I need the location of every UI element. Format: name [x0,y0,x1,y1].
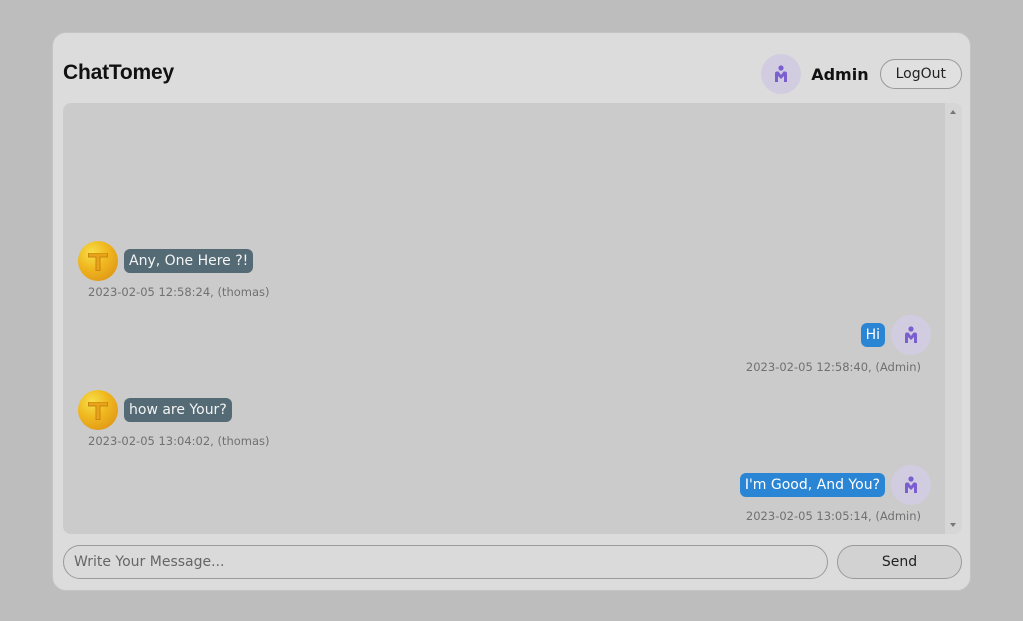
scroll-down-icon[interactable] [950,523,956,527]
avatar [891,315,931,355]
message-meta: 2023-02-05 12:58:24, (thomas) [88,285,270,299]
chat-header: ChatTomey Admin LogOut [63,53,962,95]
person-icon [905,476,917,493]
message-meta: 2023-02-05 13:04:02, (thomas) [88,434,270,448]
avatar [761,54,802,94]
scrollbar[interactable] [945,103,962,534]
user-box: Admin LogOut [761,53,962,95]
avatar [78,390,118,430]
chat-window: ChatTomey Admin LogOut Any, One Here ?! [52,32,971,591]
composer: Send [63,545,962,579]
scroll-up-icon[interactable] [950,110,956,114]
message-meta: 2023-02-05 12:58:40, (Admin) [745,360,921,374]
avatar [891,465,931,505]
message-input[interactable] [63,545,828,579]
message-bubble: I'm Good, And You? [739,473,885,497]
message-list[interactable]: Any, One Here ?! 2023-02-05 12:58:24, (t… [63,103,962,534]
letter-t-icon [88,402,108,420]
person-icon [905,326,917,343]
avatar [78,241,118,281]
message-meta: 2023-02-05 13:05:14, (Admin) [745,509,921,523]
message-row: I'm Good, And You? [739,465,931,505]
person-icon [775,65,788,82]
message-row: Hi [860,315,931,355]
message-bubble: how are Your? [124,398,232,422]
current-username: Admin [811,64,869,84]
logout-button[interactable]: LogOut [879,59,962,89]
app-title: ChatTomey [63,61,174,84]
send-button[interactable]: Send [837,545,962,579]
message-row: Any, One Here ?! [78,241,254,281]
message-bubble: Any, One Here ?! [124,249,254,273]
letter-t-icon [88,253,108,271]
message-row: how are Your? [78,390,232,430]
message-bubble: Hi [860,323,885,347]
